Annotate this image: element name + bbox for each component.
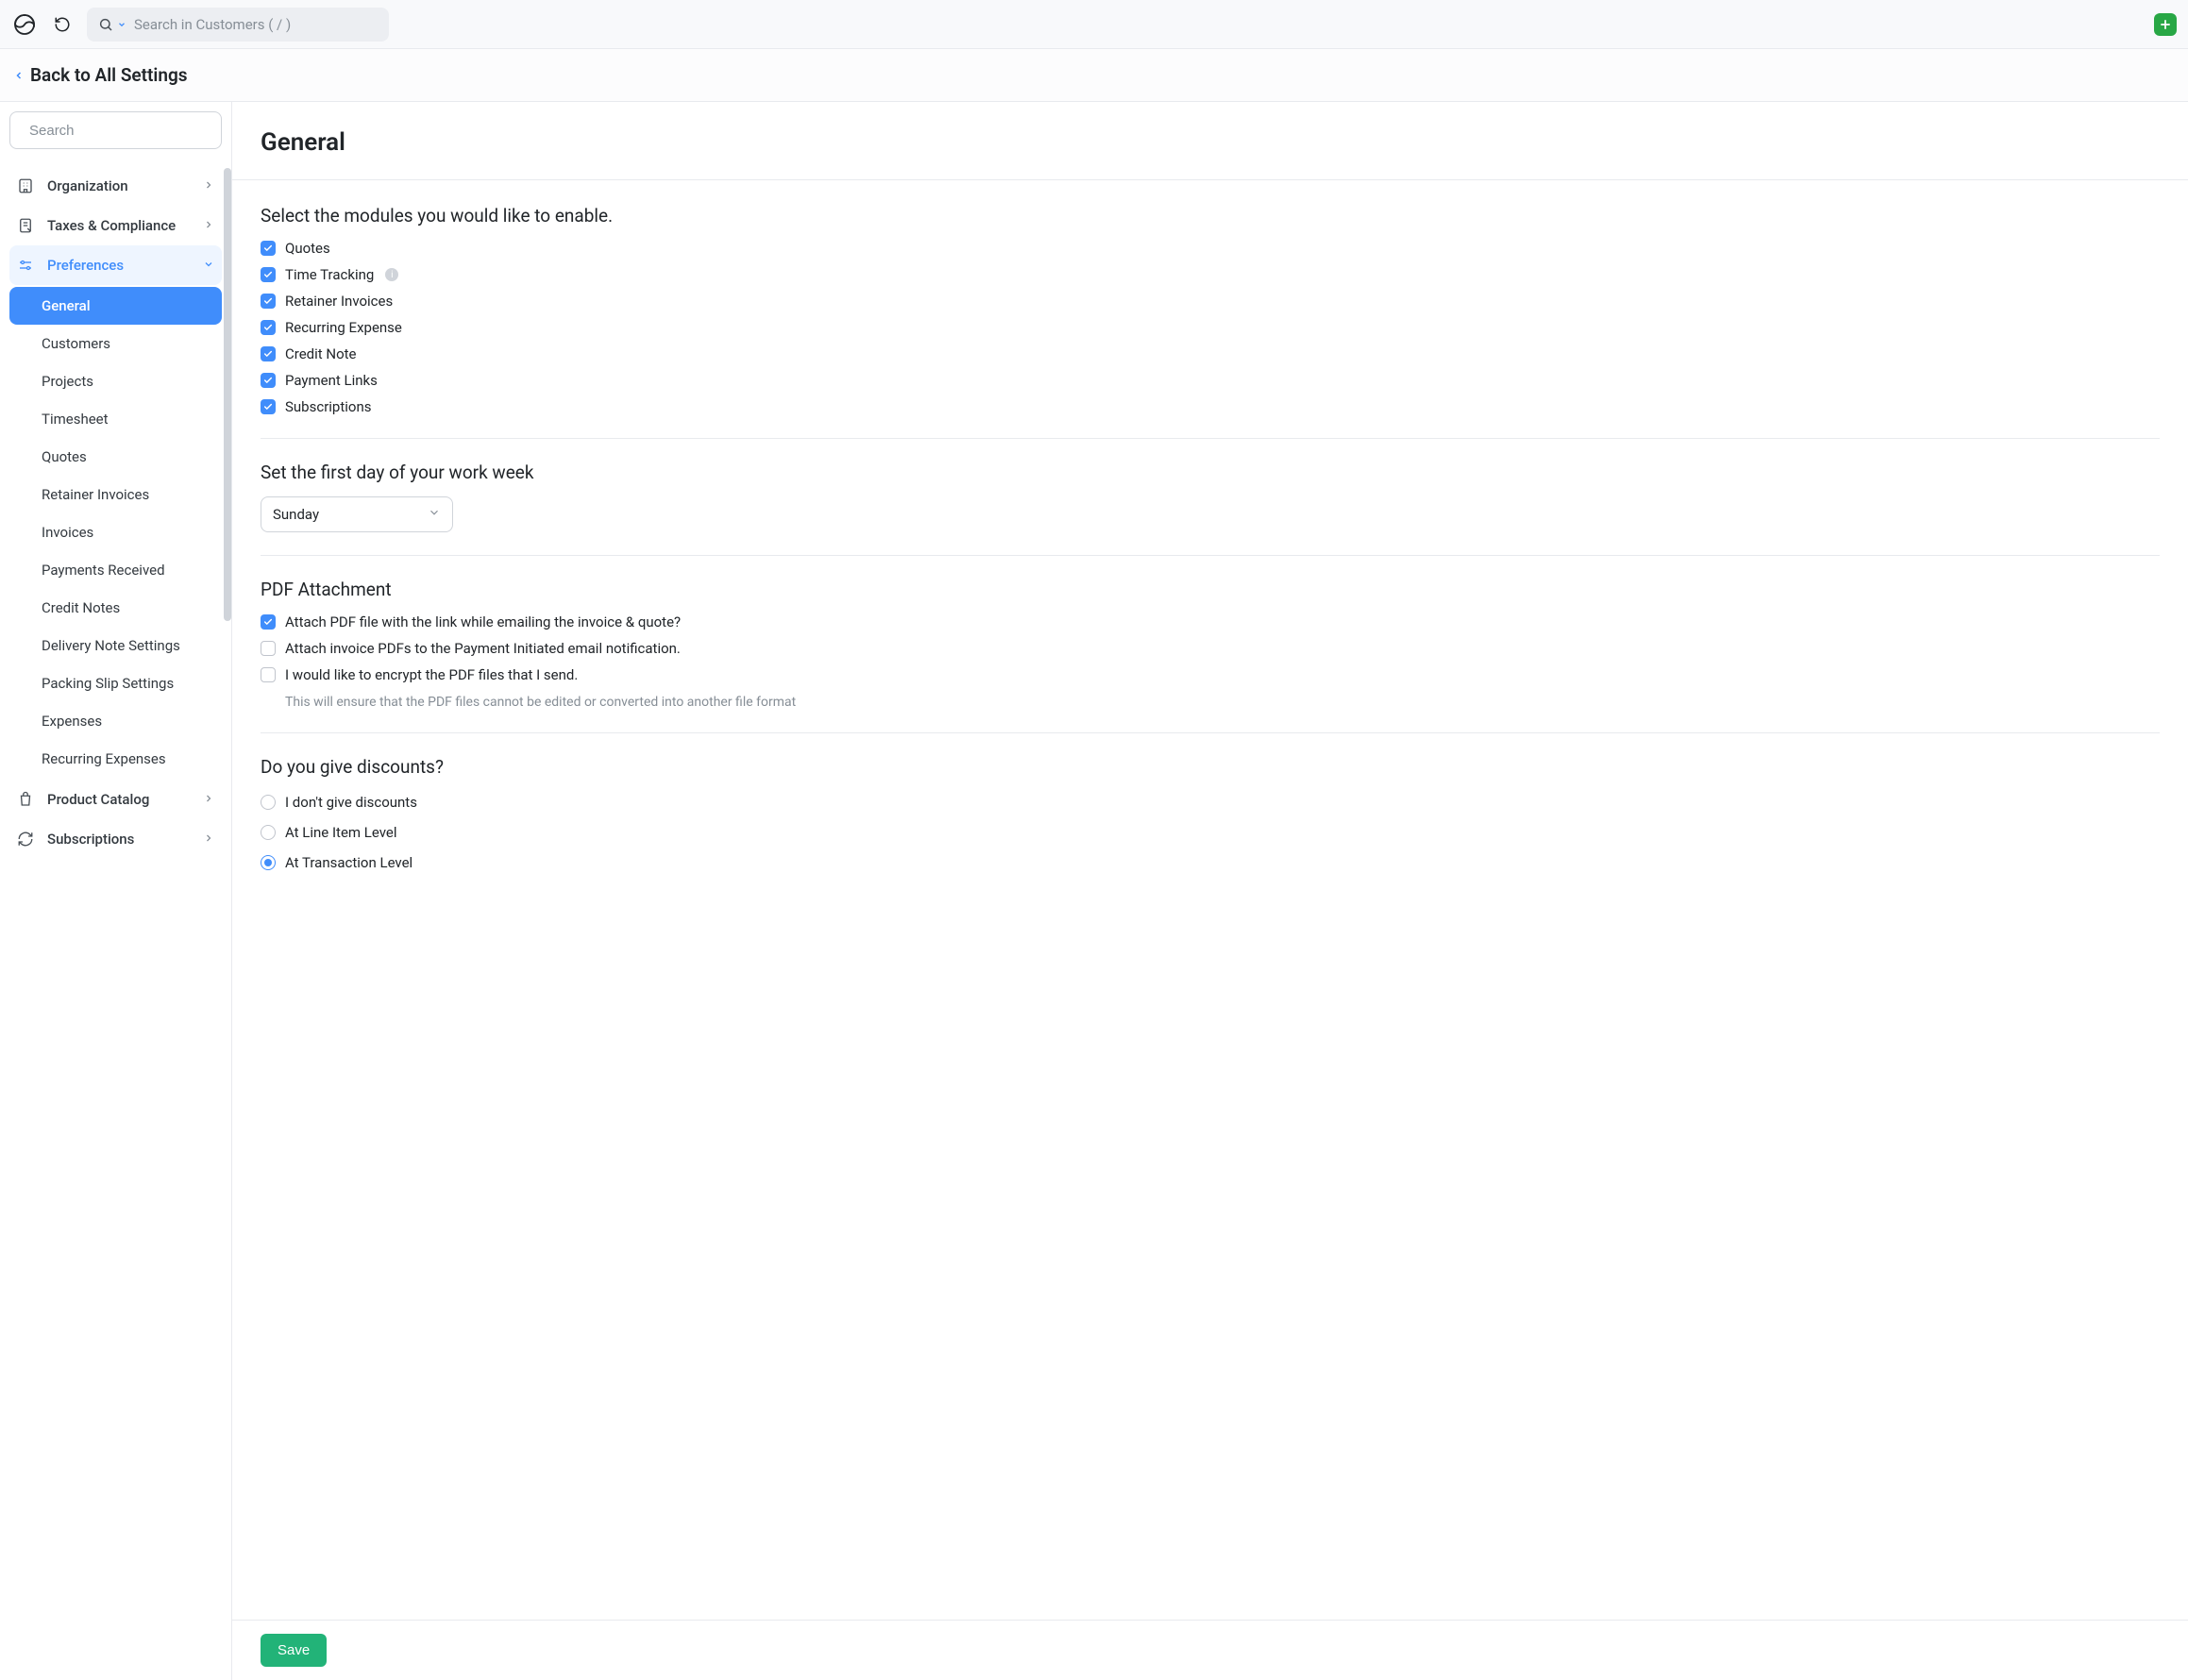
discount-label: At Transaction Level <box>285 854 412 871</box>
discount-label: At Line Item Level <box>285 824 397 841</box>
workweek-label: Set the first day of your work week <box>261 462 2160 483</box>
discount-option[interactable]: At Transaction Level <box>261 851 2160 874</box>
refresh-button[interactable] <box>49 11 76 38</box>
module-row: Quotes <box>261 240 2160 257</box>
sidebar-item-general[interactable]: General <box>9 287 222 325</box>
pdf-label: Attach PDF file with the link while emai… <box>285 613 681 630</box>
pdf-list: Attach PDF file with the link while emai… <box>261 613 2160 710</box>
back-to-settings-link[interactable]: Back to All Settings <box>13 64 188 86</box>
discount-option[interactable]: At Line Item Level <box>261 821 2160 844</box>
sidebar-item-packing-slip[interactable]: Packing Slip Settings <box>9 664 222 702</box>
chevron-right-icon <box>203 217 214 234</box>
discount-option[interactable]: I don't give discounts <box>261 791 2160 814</box>
radio[interactable] <box>261 825 276 840</box>
module-row: Time Tracking i <box>261 266 2160 283</box>
module-label: Time Tracking <box>285 266 374 283</box>
chevron-down-icon <box>428 506 441 523</box>
sidebar-item-customers[interactable]: Customers <box>9 325 222 362</box>
modules-label: Select the modules you would like to ena… <box>261 205 2160 227</box>
pdf-label: I would like to encrypt the PDF files th… <box>285 666 578 683</box>
radio[interactable] <box>261 795 276 810</box>
module-label: Payment Links <box>285 372 378 389</box>
bag-icon <box>17 791 36 808</box>
sidebar-section-product-catalog[interactable]: Product Catalog <box>9 780 222 819</box>
discounts-label: Do you give discounts? <box>261 756 2160 778</box>
sidebar-item-recurring-expenses[interactable]: Recurring Expenses <box>9 740 222 778</box>
checkbox[interactable] <box>261 667 276 682</box>
module-label: Retainer Invoices <box>285 293 393 310</box>
discount-label: I don't give discounts <box>285 794 417 811</box>
workweek-select[interactable]: Sunday <box>261 496 453 532</box>
checkbox[interactable] <box>261 267 276 282</box>
modules-list: Quotes Time Tracking i Retainer Invoices Rec… <box>261 240 2160 415</box>
search-icon <box>98 17 126 32</box>
sidebar-item-payments-received[interactable]: Payments Received <box>9 551 222 589</box>
footer: Save <box>232 1620 2188 1680</box>
document-icon <box>17 217 36 234</box>
module-row: Subscriptions <box>261 398 2160 415</box>
pdf-row: Attach invoice PDFs to the Payment Initi… <box>261 640 2160 657</box>
pdf-label: PDF Attachment <box>261 579 2160 600</box>
pdf-hint: This will ensure that the PDF files cann… <box>285 695 2160 710</box>
chevron-right-icon <box>203 831 214 848</box>
back-row: Back to All Settings <box>0 49 2188 102</box>
sidebar-item-timesheet[interactable]: Timesheet <box>9 400 222 438</box>
checkbox[interactable] <box>261 294 276 309</box>
sidebar-section-organization[interactable]: Organization <box>9 166 222 206</box>
sidebar-search-input[interactable] <box>29 123 217 139</box>
checkbox[interactable] <box>261 241 276 256</box>
back-label: Back to All Settings <box>30 64 188 86</box>
sidebar-item-invoices[interactable]: Invoices <box>9 513 222 551</box>
module-row: Retainer Invoices <box>261 293 2160 310</box>
main-content: General Select the modules you would lik… <box>232 102 2188 1680</box>
settings-sidebar: Organization Taxes & Compliance Preferen… <box>0 102 232 1680</box>
checkbox[interactable] <box>261 373 276 388</box>
sidebar-section-preferences[interactable]: Preferences <box>9 245 222 285</box>
module-row: Payment Links <box>261 372 2160 389</box>
refresh-icon <box>17 831 36 848</box>
sidebar-section-subscriptions[interactable]: Subscriptions <box>9 819 222 859</box>
page-title: General <box>261 128 2160 157</box>
sidebar-item-quotes[interactable]: Quotes <box>9 438 222 476</box>
checkbox[interactable] <box>261 346 276 361</box>
sidebar-item-delivery-note[interactable]: Delivery Note Settings <box>9 627 222 664</box>
module-label: Quotes <box>285 240 330 257</box>
info-icon[interactable]: i <box>385 268 398 281</box>
global-search[interactable]: Search in Customers ( / ) <box>87 8 389 42</box>
module-label: Subscriptions <box>285 398 371 415</box>
building-icon <box>17 177 36 194</box>
sidebar-search[interactable] <box>9 111 222 149</box>
preferences-submenu: General Customers Projects Timesheet Quo… <box>9 285 222 780</box>
checkbox[interactable] <box>261 614 276 630</box>
checkbox[interactable] <box>261 320 276 335</box>
sidebar-item-credit-notes[interactable]: Credit Notes <box>9 589 222 627</box>
workweek-value: Sunday <box>273 506 319 523</box>
pdf-row: Attach PDF file with the link while emai… <box>261 613 2160 630</box>
pdf-label: Attach invoice PDFs to the Payment Initi… <box>285 640 681 657</box>
module-row: Credit Note <box>261 345 2160 362</box>
search-placeholder: Search in Customers ( / ) <box>134 16 291 33</box>
pdf-row: I would like to encrypt the PDF files th… <box>261 666 2160 683</box>
module-label: Recurring Expense <box>285 319 402 336</box>
chevron-right-icon <box>203 177 214 194</box>
sidebar-item-retainer-invoices[interactable]: Retainer Invoices <box>9 476 222 513</box>
checkbox[interactable] <box>261 399 276 414</box>
sidebar-item-expenses[interactable]: Expenses <box>9 702 222 740</box>
chevron-down-icon <box>203 257 214 274</box>
module-row: Recurring Expense <box>261 319 2160 336</box>
checkbox[interactable] <box>261 641 276 656</box>
sidebar-item-projects[interactable]: Projects <box>9 362 222 400</box>
module-label: Credit Note <box>285 345 357 362</box>
save-button[interactable]: Save <box>261 1634 327 1667</box>
topbar: Search in Customers ( / ) <box>0 0 2188 49</box>
discounts-list: I don't give discounts At Line Item Level… <box>261 791 2160 874</box>
sliders-icon <box>17 257 36 274</box>
app-logo[interactable] <box>11 11 38 38</box>
sidebar-section-taxes[interactable]: Taxes & Compliance <box>9 206 222 245</box>
radio[interactable] <box>261 855 276 870</box>
chevron-right-icon <box>203 791 214 808</box>
add-button[interactable] <box>2154 13 2177 36</box>
